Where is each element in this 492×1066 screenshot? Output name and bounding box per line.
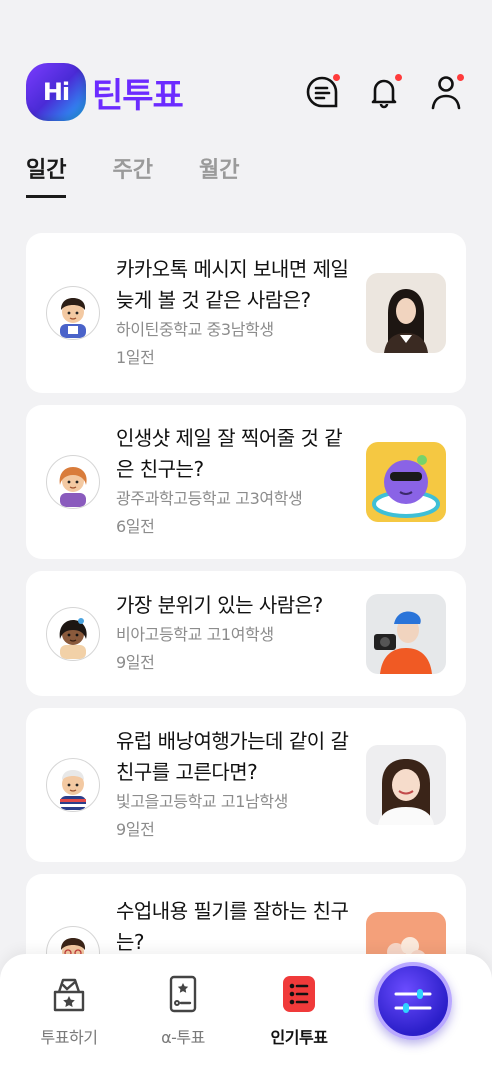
tab-weekly[interactable]: 주간: [112, 152, 152, 198]
nav-alpha-vote-label: α-투표: [161, 1028, 205, 1047]
poll-question: 가장 분위기 있는 사람은?: [116, 593, 323, 617]
poll-thumbnail: [366, 745, 446, 825]
poll-time: 9일전: [116, 653, 155, 672]
popular-list-icon: [254, 974, 344, 1018]
notification-dot: [333, 74, 340, 81]
notification-dot: [457, 74, 464, 81]
notification-dot: [395, 74, 402, 81]
poll-school: 비아고등학교 고1여학생: [116, 625, 274, 644]
app-title: 틴투표: [92, 75, 184, 116]
girl-avatar-icon: [46, 455, 100, 509]
nav-vote[interactable]: 투표하기: [24, 974, 114, 1048]
profile-icon[interactable]: [426, 72, 466, 112]
app-header: Hi 틴투표: [26, 62, 466, 122]
logo-badge-text: Hi: [42, 78, 70, 106]
nav-popular[interactable]: 인기투표: [254, 974, 344, 1048]
poll-time: 9일전: [116, 820, 155, 839]
period-tabs: 일간 주간 월간: [26, 152, 239, 198]
poll-card[interactable]: 카카오톡 메시지 보내면 제일 늦게 볼 것 같은 사람은? 하이틴중학교 중3…: [26, 233, 466, 393]
sliders-icon: [394, 989, 432, 1013]
girl-avatar-icon: [46, 606, 100, 661]
filter-fab-button[interactable]: [374, 962, 452, 1040]
nav-popular-label: 인기투표: [270, 1028, 328, 1047]
card-icon: [138, 974, 228, 1018]
nav-alpha-vote[interactable]: α-투표: [138, 974, 228, 1048]
poll-card[interactable]: 유럽 배낭여행가는데 같이 갈 친구를 고른다면? 빛고을고등학교 고1남학생 …: [26, 708, 466, 862]
poll-thumbnail: [366, 442, 446, 522]
tab-daily[interactable]: 일간: [26, 152, 67, 198]
tab-monthly[interactable]: 월간: [199, 152, 239, 198]
poll-thumbnail: [366, 593, 446, 674]
poll-question: 유럽 배낭여행가는데 같이 갈 친구를 고른다면?: [116, 729, 349, 784]
poll-list: 카카오톡 메시지 보내면 제일 늦게 볼 것 같은 사람은? 하이틴중학교 중3…: [26, 233, 466, 1036]
poll-question: 카카오톡 메시지 보내면 제일 늦게 볼 것 같은 사람은?: [116, 257, 349, 312]
nav-vote-label: 투표하기: [40, 1028, 98, 1047]
poll-school: 광주과학고등학교 고3여학생: [116, 489, 303, 508]
bottom-nav: 투표하기 α-투표 인기투표: [0, 954, 492, 1066]
poll-card[interactable]: 가장 분위기 있는 사람은? 비아고등학교 고1여학생 9일전: [26, 571, 466, 696]
poll-school: 빛고을고등학교 고1남학생: [116, 792, 288, 811]
poll-question: 수업내용 필기를 잘하는 친구는?: [116, 899, 349, 954]
poll-thumbnail: [366, 273, 446, 353]
poll-time: 1일전: [116, 348, 155, 367]
vote-box-icon: [24, 974, 114, 1018]
poll-card[interactable]: 인생샷 제일 잘 찍어줄 것 같은 친구는? 광주과학고등학교 고3여학생 6일…: [26, 405, 466, 559]
boy-avatar-icon: [46, 286, 100, 340]
poll-question: 인생샷 제일 잘 찍어줄 것 같은 친구는?: [116, 426, 343, 481]
logo-badge[interactable]: Hi: [26, 63, 86, 121]
grandpa-avatar-icon: [46, 758, 100, 812]
poll-time: 6일전: [116, 517, 155, 536]
bell-icon[interactable]: [364, 72, 404, 112]
poll-school: 하이틴중학교 중3남학생: [116, 320, 274, 339]
chat-list-icon[interactable]: [302, 72, 342, 112]
